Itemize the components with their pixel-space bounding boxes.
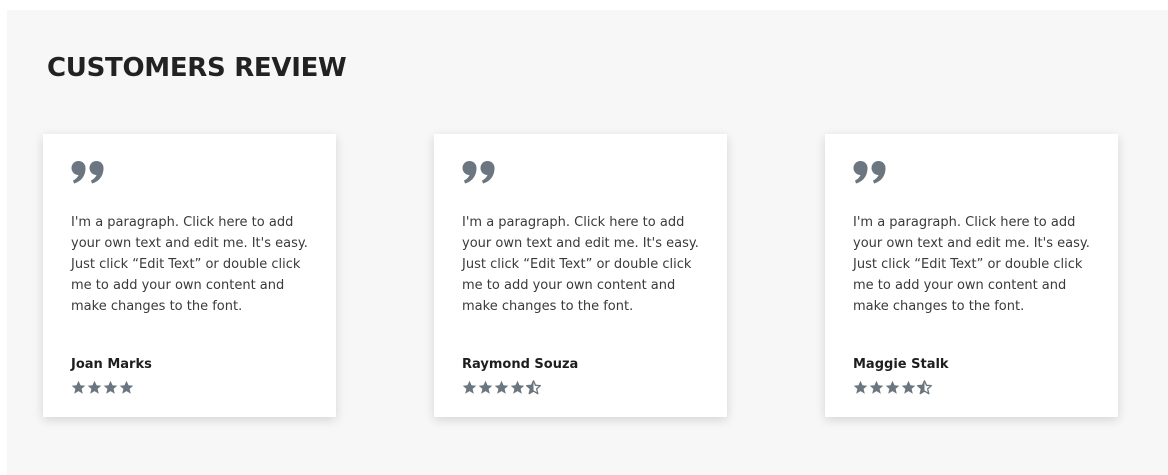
- quote-icon: [853, 160, 887, 184]
- reviewer-name: Maggie Stalk: [853, 357, 949, 372]
- star-full-icon: [478, 380, 493, 394]
- star-half-icon: [526, 380, 541, 395]
- review-text: I'm a paragraph. Click here to add your …: [853, 215, 1090, 314]
- section-title: CUSTOMERS REVIEW: [47, 53, 347, 83]
- star-rating: [853, 380, 932, 395]
- star-full-icon: [853, 380, 868, 394]
- reviewer-name: Raymond Souza: [462, 357, 579, 372]
- star-full-icon: [510, 380, 525, 394]
- star-rating: [462, 380, 541, 395]
- star-full-icon: [119, 380, 134, 394]
- star-full-icon: [87, 380, 102, 394]
- star-full-icon: [71, 380, 86, 394]
- review-card: I'm a paragraph. Click here to add your …: [434, 134, 727, 417]
- star-full-icon: [494, 380, 509, 394]
- star-full-icon: [885, 380, 900, 394]
- quote-icon: [462, 160, 496, 184]
- reviewer-name: Joan Marks: [71, 357, 152, 372]
- customer-reviews-section: CUSTOMERS REVIEW I'm a paragraph. Click …: [7, 10, 1168, 475]
- star-full-icon: [901, 380, 916, 394]
- star-full-icon: [462, 380, 477, 394]
- review-card: I'm a paragraph. Click here to add your …: [43, 134, 336, 417]
- quote-icon: [71, 160, 105, 184]
- review-text: I'm a paragraph. Click here to add your …: [71, 215, 308, 314]
- star-full-icon: [103, 380, 118, 394]
- star-rating: [71, 380, 134, 395]
- star-half-icon: [917, 380, 932, 395]
- review-text: I'm a paragraph. Click here to add your …: [462, 215, 699, 314]
- star-full-icon: [869, 380, 884, 394]
- review-card: I'm a paragraph. Click here to add your …: [825, 134, 1118, 417]
